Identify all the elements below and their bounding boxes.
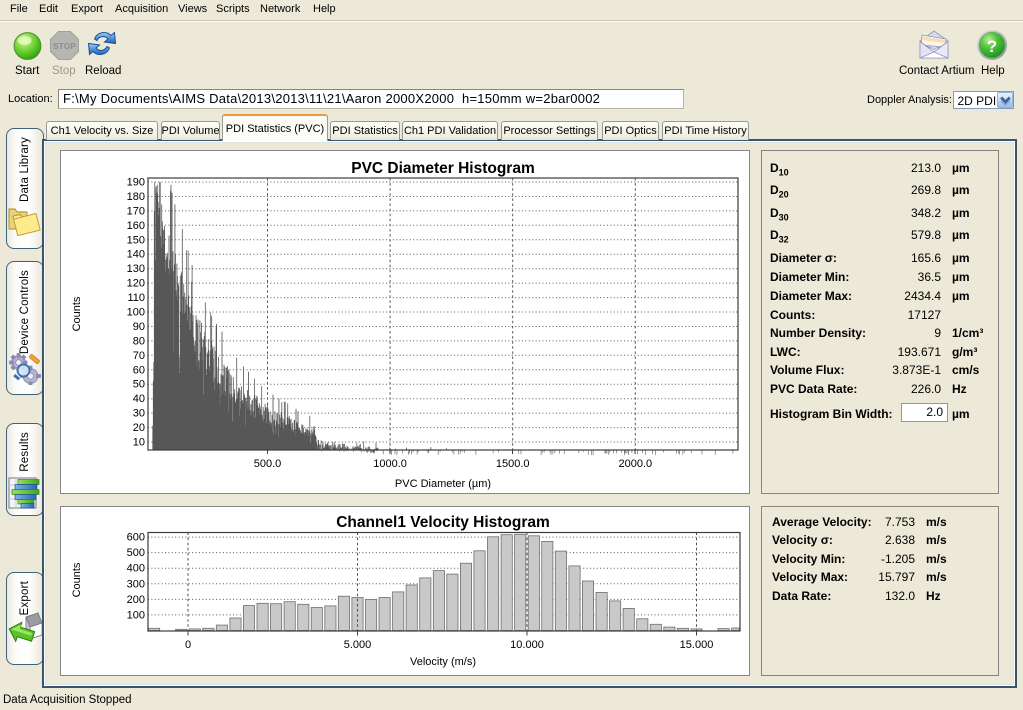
svg-text:Counts: Counts bbox=[71, 562, 83, 597]
svg-text:20: 20 bbox=[133, 422, 145, 434]
svg-text:0: 0 bbox=[185, 639, 191, 651]
svg-text:80: 80 bbox=[133, 335, 145, 347]
svg-text:PVC Diameter (µm): PVC Diameter (µm) bbox=[395, 478, 491, 490]
svg-text:160: 160 bbox=[127, 220, 145, 232]
svg-text:100: 100 bbox=[127, 609, 145, 621]
svg-text:150: 150 bbox=[127, 234, 145, 246]
svg-text:500: 500 bbox=[127, 547, 145, 559]
svg-text:Velocity (m/s): Velocity (m/s) bbox=[410, 656, 476, 668]
svg-text:130: 130 bbox=[127, 263, 145, 275]
svg-text:PVC Diameter Histogram: PVC Diameter Histogram bbox=[351, 160, 534, 177]
svg-text:200: 200 bbox=[127, 594, 145, 606]
svg-text:60: 60 bbox=[133, 364, 145, 376]
svg-text:STOP: STOP bbox=[53, 41, 76, 51]
svg-text:5.000: 5.000 bbox=[344, 639, 372, 651]
svg-text:2000.0: 2000.0 bbox=[618, 458, 652, 470]
svg-text:100: 100 bbox=[127, 307, 145, 319]
svg-text:10.000: 10.000 bbox=[510, 639, 544, 651]
svg-text:Counts: Counts bbox=[71, 296, 83, 331]
svg-text:1500.0: 1500.0 bbox=[496, 458, 530, 470]
svg-text:300: 300 bbox=[127, 578, 145, 590]
svg-text:600: 600 bbox=[127, 532, 145, 544]
svg-text:500.0: 500.0 bbox=[254, 458, 282, 470]
svg-text:400: 400 bbox=[127, 563, 145, 575]
svg-text:1000.0: 1000.0 bbox=[373, 458, 407, 470]
svg-text:110: 110 bbox=[127, 292, 145, 304]
svg-text:170: 170 bbox=[127, 205, 145, 217]
svg-text:10: 10 bbox=[133, 437, 145, 449]
svg-text:120: 120 bbox=[127, 278, 145, 290]
svg-text:50: 50 bbox=[133, 379, 145, 391]
svg-text:190: 190 bbox=[127, 177, 145, 189]
svg-text:15.000: 15.000 bbox=[680, 639, 714, 651]
svg-text:140: 140 bbox=[127, 249, 145, 261]
svg-text:90: 90 bbox=[133, 321, 145, 333]
svg-text:?: ? bbox=[987, 37, 997, 56]
svg-text:70: 70 bbox=[133, 350, 145, 362]
svg-text:Channel1 Velocity Histogram: Channel1 Velocity Histogram bbox=[336, 514, 550, 531]
svg-text:180: 180 bbox=[127, 191, 145, 203]
svg-text:40: 40 bbox=[133, 393, 145, 405]
svg-text:30: 30 bbox=[133, 408, 145, 420]
